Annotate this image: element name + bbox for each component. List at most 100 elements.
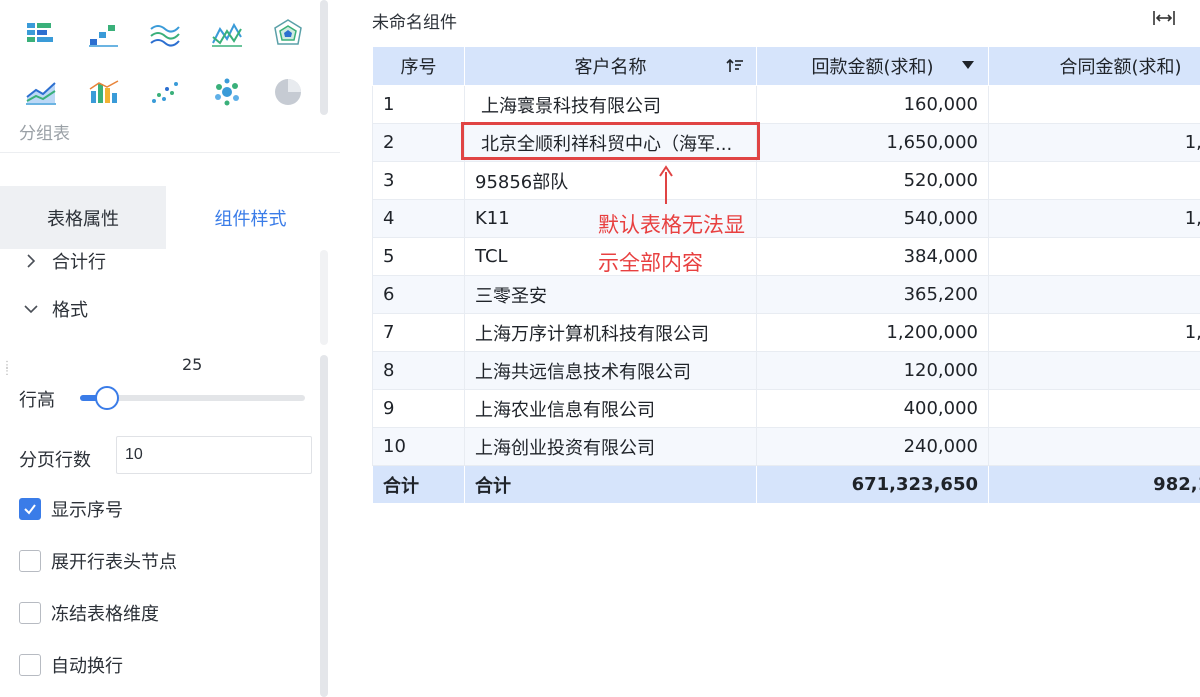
table-row[interactable]: 1上海寰景科技有限公司160,000160, bbox=[372, 85, 1200, 124]
section-total-row[interactable]: 合计行 bbox=[22, 248, 106, 274]
settings-scroll-track bbox=[320, 250, 328, 345]
cell-payment: 1,650,000 bbox=[756, 123, 989, 162]
table-row[interactable]: 5TCL384,000384, bbox=[372, 237, 1200, 276]
cell-index: 1 bbox=[372, 85, 465, 124]
combo-bar-line-icon[interactable] bbox=[87, 75, 121, 109]
cell-contract: 1,200, bbox=[988, 313, 1200, 352]
cell-contract: 240, bbox=[988, 427, 1200, 466]
header-label: 回款金额(求和) bbox=[811, 57, 934, 78]
drag-handle-icon[interactable]: ⋮ ⋮ bbox=[2, 361, 12, 381]
annotation-note: 默认表格无法显 示全部内容 bbox=[598, 213, 745, 275]
cell-index: 7 bbox=[372, 313, 465, 352]
cell-customer: 上海共远信息技术有限公司 bbox=[464, 351, 757, 390]
cell-index: 5 bbox=[372, 237, 465, 276]
cell-payment: 1,200,000 bbox=[756, 313, 989, 352]
divider bbox=[0, 152, 340, 153]
checkbox-label: 显示序号 bbox=[51, 500, 123, 521]
row-height-slider-knob[interactable] bbox=[95, 386, 119, 410]
cell-index: 3 bbox=[372, 161, 465, 200]
expand-width-icon[interactable] bbox=[1151, 8, 1177, 28]
cell-payment: 384,000 bbox=[756, 237, 989, 276]
cell-index: 10 bbox=[372, 427, 465, 466]
total-contract: 982,182, bbox=[988, 465, 1200, 504]
row-height-value: 25 bbox=[182, 355, 203, 374]
cell-index: 9 bbox=[372, 389, 465, 428]
annotation-arrow-icon bbox=[659, 165, 673, 204]
table-row[interactable]: 6三零圣安365,200594, bbox=[372, 275, 1200, 314]
page-rows-input[interactable] bbox=[116, 436, 312, 474]
header-label: 序号 bbox=[400, 57, 437, 78]
checkbox-label: 冻结表格维度 bbox=[51, 604, 159, 625]
cell-payment: 520,000 bbox=[756, 161, 989, 200]
multi-line-icon[interactable] bbox=[148, 17, 182, 51]
checkbox-label: 展开行表头节点 bbox=[51, 552, 177, 573]
sort-icon[interactable] bbox=[726, 57, 744, 75]
cell-customer: 上海创业投资有限公司 bbox=[464, 427, 757, 466]
table-row[interactable]: 8上海共远信息技术有限公司120,000120, bbox=[372, 351, 1200, 390]
cell-payment: 120,000 bbox=[756, 351, 989, 390]
scatter-icon[interactable] bbox=[148, 75, 182, 109]
line-compare-icon[interactable] bbox=[210, 17, 244, 51]
table-row[interactable]: 10上海创业投资有限公司240,000240, bbox=[372, 427, 1200, 466]
checkbox-unchecked-icon[interactable] bbox=[19, 550, 41, 572]
column-header-contract[interactable]: 合同金额(求和) bbox=[988, 47, 1200, 86]
settings-scrollbar[interactable] bbox=[320, 355, 328, 697]
chevron-down-icon bbox=[24, 305, 38, 314]
cell-payment: 160,000 bbox=[756, 85, 989, 124]
section-format[interactable]: 格式 bbox=[22, 296, 88, 322]
sort-desc-icon[interactable] bbox=[962, 60, 974, 70]
cell-customer: 95856部队 bbox=[464, 161, 757, 200]
cell-payment: 240,000 bbox=[756, 427, 989, 466]
table-row[interactable]: 4K11540,0001,080, bbox=[372, 199, 1200, 238]
checkbox-checked-icon[interactable] bbox=[19, 498, 41, 520]
section-label: 格式 bbox=[52, 300, 88, 321]
column-header-index[interactable]: 序号 bbox=[372, 47, 465, 86]
cell-contract: 520, bbox=[988, 161, 1200, 200]
cell-contract: 594, bbox=[988, 275, 1200, 314]
left-settings-panel: 分组表 表格属性 组件样式 合计行 格式 ⋮⋮ 25 行高 分页行数 显示序号 … bbox=[0, 0, 340, 697]
table-row[interactable]: 9上海农业信息有限公司400,000400, bbox=[372, 389, 1200, 428]
cell-contract: 160, bbox=[988, 85, 1200, 124]
checkbox-unchecked-icon[interactable] bbox=[19, 602, 41, 624]
cell-contract: 384, bbox=[988, 237, 1200, 276]
group-table-icon[interactable] bbox=[24, 17, 58, 51]
cell-index: 2 bbox=[372, 123, 465, 162]
bubble-cluster-icon[interactable] bbox=[210, 75, 244, 109]
pie-icon[interactable] bbox=[271, 75, 305, 109]
checkbox-auto-wrap[interactable]: 自动换行 bbox=[19, 652, 123, 678]
cell-index: 6 bbox=[372, 275, 465, 314]
column-header-customer[interactable]: 客户名称 bbox=[464, 47, 757, 86]
column-header-payment[interactable]: 回款金额(求和) bbox=[756, 47, 989, 86]
row-height-label: 行高 bbox=[19, 390, 55, 411]
radar-icon[interactable] bbox=[271, 17, 305, 51]
section-label: 合计行 bbox=[52, 252, 106, 273]
checkbox-show-index[interactable]: 显示序号 bbox=[19, 496, 123, 522]
area-chart-icon[interactable] bbox=[24, 75, 58, 109]
table-header-row: 序号 客户名称 回款金额(求和) 合同金额(求和) bbox=[372, 47, 1200, 86]
header-label: 客户名称 bbox=[574, 57, 647, 78]
total-payment: 671,323,650 bbox=[756, 465, 989, 504]
cell-payment: 540,000 bbox=[756, 199, 989, 238]
icon-list-scrollbar[interactable] bbox=[320, 0, 328, 115]
table-row[interactable]: 7上海万序计算机科技有限公司1,200,0001,200, bbox=[372, 313, 1200, 352]
step-bar-icon[interactable] bbox=[87, 17, 121, 51]
cell-customer: 上海万序计算机科技有限公司 bbox=[464, 313, 757, 352]
selected-chart-label: 分组表 bbox=[19, 124, 70, 144]
cell-payment: 400,000 bbox=[756, 389, 989, 428]
tab-component-style[interactable]: 组件样式 bbox=[166, 186, 335, 249]
cell-index: 8 bbox=[372, 351, 465, 390]
tab-label: 表格属性 bbox=[47, 208, 119, 230]
page-rows-label: 分页行数 bbox=[19, 450, 91, 471]
cell-contract: 1,650, bbox=[988, 123, 1200, 162]
checkbox-unchecked-icon[interactable] bbox=[19, 654, 41, 676]
tab-table-properties[interactable]: 表格属性 bbox=[0, 186, 166, 249]
tab-label: 组件样式 bbox=[214, 208, 287, 230]
checkbox-expand-row-header[interactable]: 展开行表头节点 bbox=[19, 548, 177, 574]
total-label: 合计 bbox=[372, 465, 465, 504]
cell-customer: 上海农业信息有限公司 bbox=[464, 389, 757, 428]
table-row[interactable]: 395856部队520,000520, bbox=[372, 161, 1200, 200]
cell-contract: 120, bbox=[988, 351, 1200, 390]
checkbox-freeze-dimension[interactable]: 冻结表格维度 bbox=[19, 600, 159, 626]
chevron-right-icon bbox=[27, 254, 36, 268]
cell-contract: 1,080, bbox=[988, 199, 1200, 238]
